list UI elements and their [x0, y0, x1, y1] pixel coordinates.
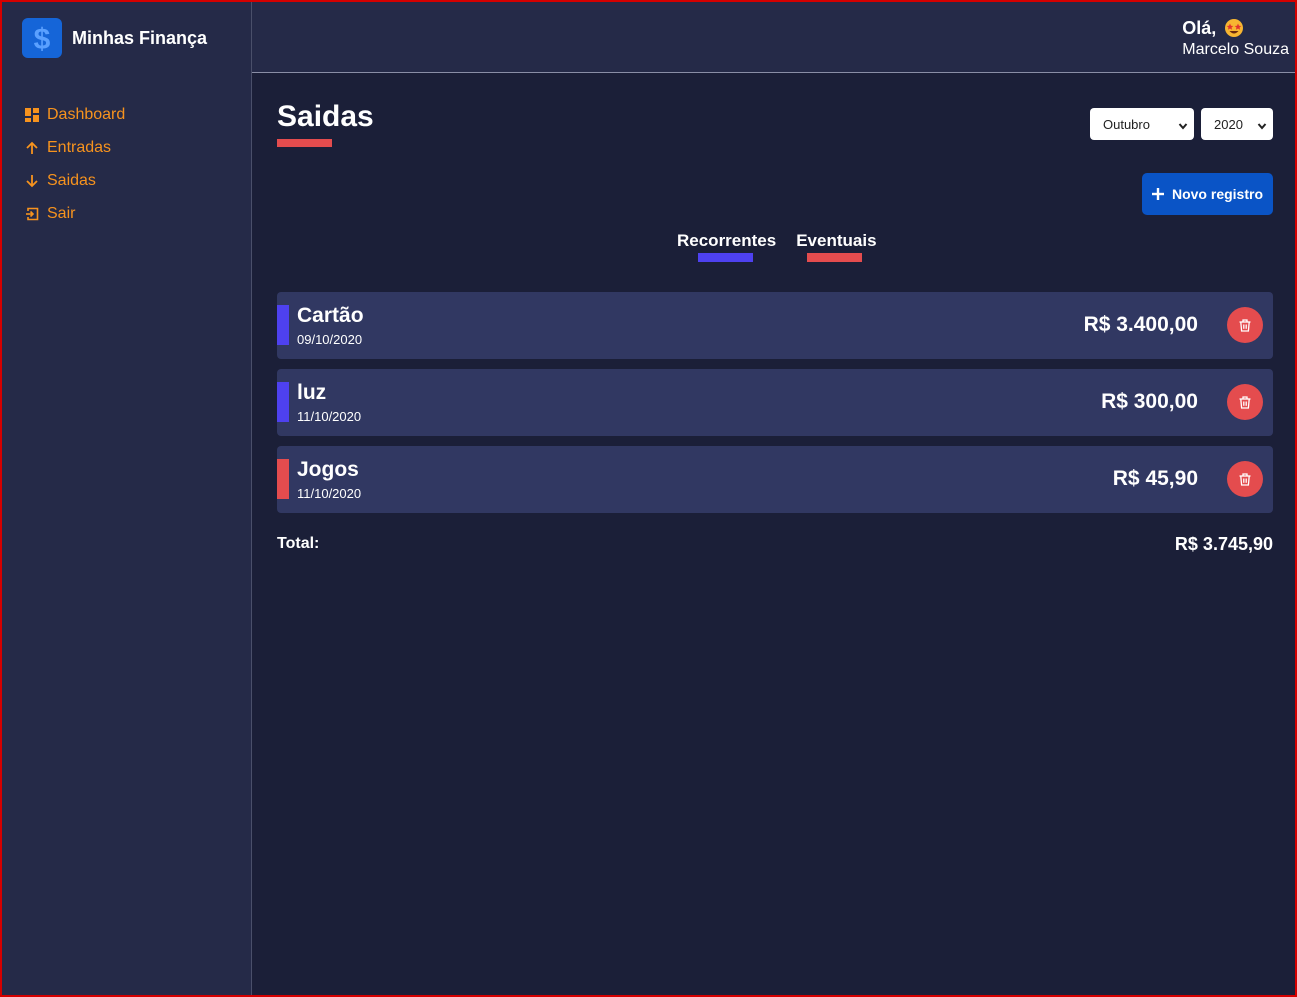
top-header: Olá, Marcelo Souza: [252, 2, 1295, 73]
trash-icon: [1239, 318, 1251, 332]
arrow-up-icon: [24, 140, 40, 156]
dollar-icon: $: [22, 18, 62, 58]
new-record-label: Novo registro: [1171, 186, 1263, 202]
filter-label: Recorrentes: [677, 231, 777, 250]
filter-recorrentes[interactable]: Recorrentes: [677, 231, 777, 262]
greeting-text: Olá,: [1182, 17, 1217, 38]
entry-name: Cartão: [297, 304, 364, 327]
plus-icon: [1151, 188, 1164, 200]
entry-date: 09/10/2020: [297, 332, 363, 347]
user-name: Marcelo Souza: [1182, 41, 1289, 58]
brand[interactable]: $ Minhas Finança: [22, 18, 207, 58]
entry-date: 11/10/2020: [297, 486, 362, 501]
frequency-tag: [277, 459, 289, 499]
filter-indicator: [807, 253, 863, 262]
star-struck-emoji-icon: [1224, 18, 1244, 38]
month-select-value: Outubro: [1103, 116, 1150, 132]
year-select-value: 2020: [1214, 116, 1243, 132]
entry-amount: R$ 300,00: [1101, 390, 1198, 413]
main-content: Saidas Outubro 2020 Novo registro Recorr…: [277, 74, 1273, 994]
list-item[interactable]: Jogos 11/10/2020 R$ 45,90: [277, 446, 1273, 513]
list-item[interactable]: luz 11/10/2020 R$ 300,00: [277, 369, 1273, 436]
entry-name: Jogos: [297, 458, 359, 481]
sidebar-item-saidas[interactable]: Saidas: [24, 164, 125, 197]
entry-amount: R$ 45,90: [1112, 467, 1198, 490]
delete-button[interactable]: [1227, 384, 1263, 420]
expense-list: Cartão 09/10/2020 R$ 3.400,00 luz 11/10/…: [277, 292, 1273, 523]
trash-icon: [1239, 472, 1251, 486]
sidebar-item-sair[interactable]: Sair: [24, 197, 125, 230]
entry-date: 11/10/2020: [297, 409, 362, 424]
frequency-filters: Recorrentes Eventuais: [677, 231, 877, 262]
filter-indicator: [698, 253, 753, 262]
frequency-tag: [277, 305, 289, 345]
period-selectors: Outubro 2020: [1090, 108, 1273, 140]
total-label: Total:: [277, 535, 320, 552]
total-value: R$ 3.745,90: [1174, 534, 1273, 554]
title-underline: [277, 139, 332, 147]
year-select[interactable]: 2020: [1201, 108, 1273, 140]
month-select[interactable]: Outubro: [1090, 108, 1194, 140]
greeting: Olá,: [1182, 17, 1289, 39]
page-title: Saidas: [277, 100, 374, 133]
svg-text:$: $: [34, 23, 51, 53]
trash-icon: [1239, 395, 1251, 409]
sidebar-item-label: Sair: [47, 204, 76, 222]
user-info: Olá, Marcelo Souza: [1182, 17, 1289, 59]
arrow-down-icon: [24, 173, 40, 189]
sidebar-item-label: Entradas: [47, 138, 112, 156]
sidebar-item-label: Dashboard: [47, 105, 126, 123]
delete-button[interactable]: [1227, 461, 1263, 497]
filter-label: Eventuais: [796, 231, 877, 250]
entry-amount: R$ 3.400,00: [1083, 313, 1198, 336]
dashboard-icon: [24, 107, 40, 123]
sidebar-menu: Dashboard Entradas Saidas Sair: [24, 98, 125, 230]
sidebar-item-label: Saidas: [47, 171, 96, 189]
filter-eventuais[interactable]: Eventuais: [796, 231, 877, 262]
sidebar: $ Minhas Finança Dashboard Entradas Said…: [2, 2, 252, 995]
entry-name: luz: [297, 381, 327, 404]
app-window: $ Minhas Finança Dashboard Entradas Said…: [0, 0, 1297, 997]
chevron-down-icon: [1178, 119, 1188, 130]
chevron-down-icon: [1257, 119, 1267, 130]
brand-name: Minhas Finança: [72, 27, 208, 48]
frequency-tag: [277, 382, 289, 422]
sidebar-item-dashboard[interactable]: Dashboard: [24, 98, 125, 131]
delete-button[interactable]: [1227, 307, 1263, 343]
list-item[interactable]: Cartão 09/10/2020 R$ 3.400,00: [277, 292, 1273, 359]
sidebar-item-entradas[interactable]: Entradas: [24, 131, 125, 164]
new-record-button[interactable]: Novo registro: [1142, 173, 1273, 215]
logout-icon: [24, 206, 40, 222]
